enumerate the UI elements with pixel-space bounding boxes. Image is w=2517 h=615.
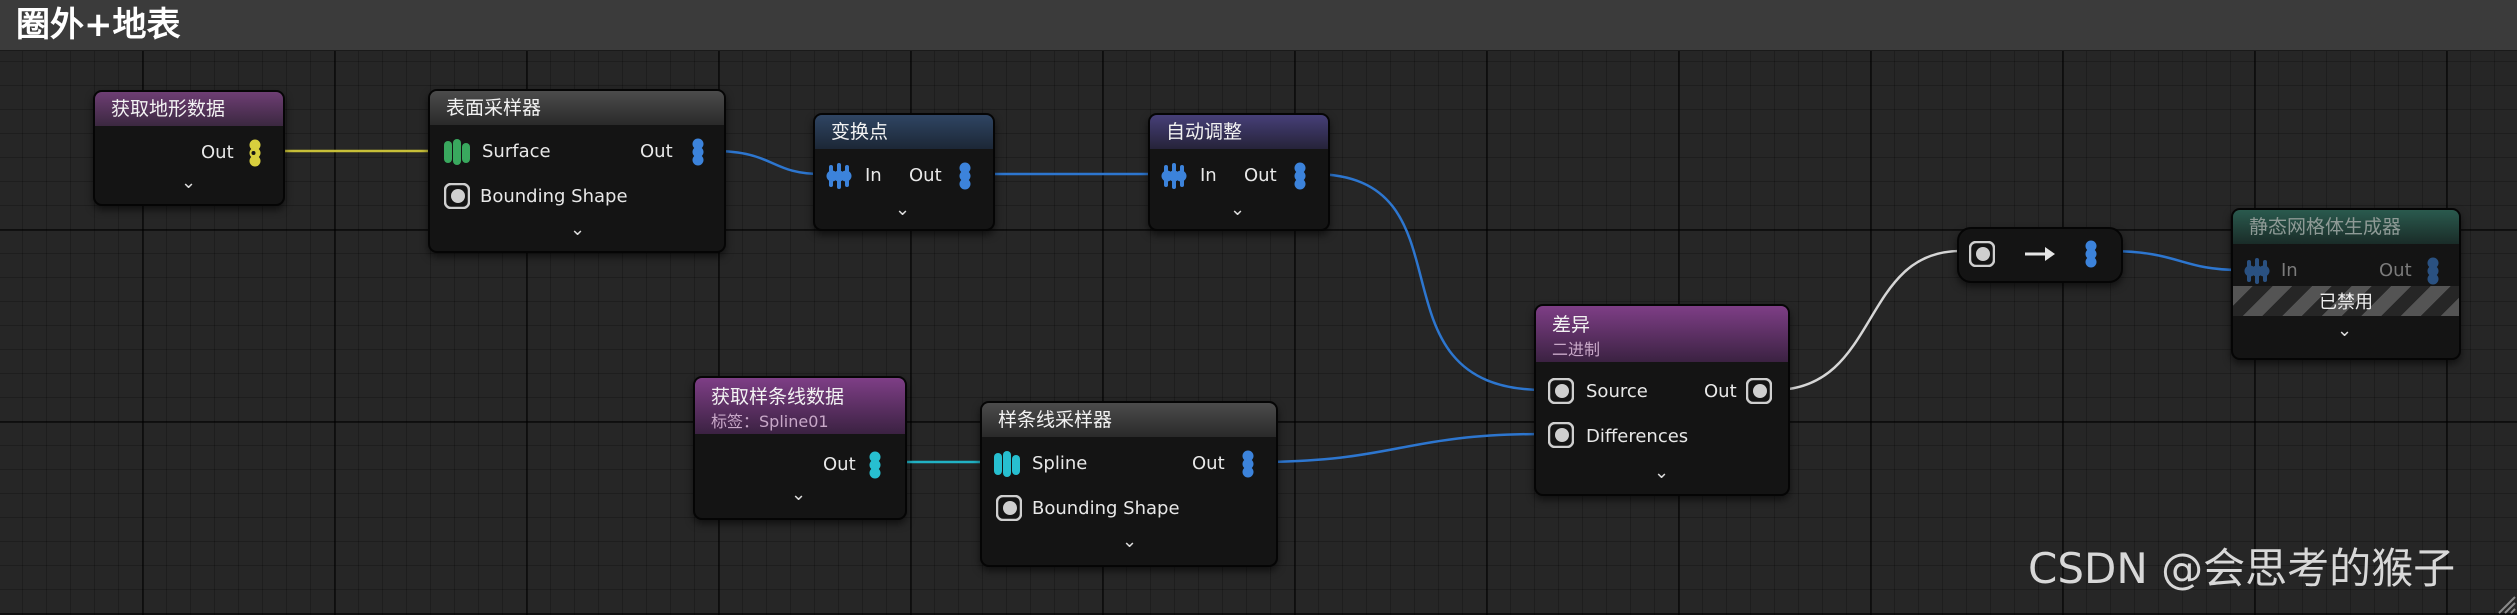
expand-chevron-icon[interactable]: ⌄ <box>1230 201 1245 219</box>
node-header: 表面采样器 <box>430 91 724 125</box>
node-subtitle: 标签：Spline01 <box>711 412 829 431</box>
node-title: 差异 <box>1552 314 1591 336</box>
expand-chevron-icon[interactable]: ⌄ <box>1122 533 1137 551</box>
bounding-shape-pin-label: Bounding Shape <box>1032 498 1180 519</box>
bounding-shape-pin-icon[interactable] <box>996 495 1022 521</box>
spatial-output-pin-icon[interactable] <box>1746 378 1772 404</box>
node-header: 变换点 <box>815 115 993 149</box>
node-transform-points[interactable]: 变换点 In Out ⌄ <box>813 113 995 231</box>
wire-surface-to-transform[interactable] <box>712 149 822 176</box>
spline-pin-label: Spline <box>1032 453 1088 474</box>
node-surface-sampler[interactable]: 表面采样器 Surface Out Bounding Shape ⌄ <box>428 89 726 253</box>
wire-reroute-to-spawner[interactable] <box>2107 249 2241 272</box>
node-header: 自动调整 <box>1150 115 1328 149</box>
wire-difference-to-reroute[interactable] <box>1773 249 1961 392</box>
surface-pin-icon[interactable] <box>245 138 265 168</box>
watermark-text: CSDN @会思考的猴子 <box>2028 544 2456 593</box>
node-header: 样条线采样器 <box>982 403 1276 437</box>
in-pin-label: In <box>1200 165 1217 186</box>
node-get-spline-data[interactable]: 获取样条线数据 标签：Spline01 Out ⌄ <box>693 376 907 520</box>
bounding-shape-pin-icon[interactable] <box>444 183 470 209</box>
out-pin-label: Out <box>1192 453 1225 474</box>
in-pin-label: In <box>2281 260 2298 281</box>
reroute-output-pin-icon[interactable] <box>2081 239 2101 269</box>
source-pin-label: Source <box>1586 381 1648 402</box>
out-pin-icon[interactable] <box>955 161 975 191</box>
expand-chevron-icon[interactable]: ⌄ <box>2337 322 2352 340</box>
wire-spline-sampler-to-difference[interactable] <box>1252 432 1545 464</box>
out-pin-label: Out <box>640 141 673 162</box>
node-header: 差异 二进制 <box>1536 306 1788 362</box>
node-get-landscape-data[interactable]: 获取地形数据 Out ⌄ <box>93 90 285 206</box>
node-self-pruning[interactable]: 自动调整 In Out ⌄ <box>1148 113 1330 231</box>
expand-chevron-icon[interactable]: ⌄ <box>1654 464 1669 482</box>
node-spline-sampler[interactable]: 样条线采样器 Spline Out Bounding Shape ⌄ <box>980 401 1278 567</box>
out-pin-icon[interactable] <box>1290 161 1310 191</box>
node-header: 静态网格体生成器 <box>2233 210 2459 244</box>
disabled-label: 已禁用 <box>2319 292 2373 313</box>
out-pin-label: Out <box>1704 381 1737 402</box>
in-pin-label: In <box>865 165 882 186</box>
pcg-graph-editor: 圈外+地表 获取地形数据 Out ⌄ 表面采样器 Surface Out Bou… <box>0 0 2517 615</box>
reroute-node[interactable] <box>1957 227 2123 283</box>
resize-grip-icon[interactable] <box>2495 593 2517 615</box>
node-static-mesh-spawner[interactable]: 静态网格体生成器 In Out 已禁用 ⌄ <box>2231 208 2461 360</box>
disabled-overlay: 已禁用 <box>2233 286 2459 316</box>
expand-chevron-icon[interactable]: ⌄ <box>570 221 585 239</box>
out-pin-label: Out <box>823 454 856 475</box>
in-pin-icon[interactable] <box>1160 161 1188 191</box>
in-pin-icon[interactable] <box>825 161 853 191</box>
reroute-input-pin-icon[interactable] <box>1969 241 1995 267</box>
out-pin-icon[interactable] <box>2423 256 2443 286</box>
in-pin-icon[interactable] <box>2243 256 2271 286</box>
expand-chevron-icon[interactable]: ⌄ <box>895 201 910 219</box>
expand-chevron-icon[interactable]: ⌄ <box>791 486 806 504</box>
wire-pruning-to-difference[interactable] <box>1312 172 1545 392</box>
out-pin-label: Out <box>1244 165 1277 186</box>
bounding-shape-pin-label: Bounding Shape <box>480 186 628 207</box>
out-pin-label: Out <box>909 165 942 186</box>
surface-pin-label: Surface <box>482 141 551 162</box>
node-header: 获取样条线数据 标签：Spline01 <box>695 378 905 434</box>
node-header: 获取地形数据 <box>95 92 283 126</box>
node-difference[interactable]: 差异 二进制 Source Out Differences ⌄ <box>1534 304 1790 496</box>
node-subtitle: 二进制 <box>1552 340 1601 359</box>
out-pin-label: Out <box>2379 260 2412 281</box>
surface-input-pin-icon[interactable] <box>444 137 472 167</box>
out-pin-label: Out <box>201 142 234 163</box>
spline-output-pin-icon[interactable] <box>865 450 885 480</box>
node-title: 获取样条线数据 <box>711 386 845 408</box>
differences-pin-label: Differences <box>1586 426 1689 447</box>
source-pin-icon[interactable] <box>1548 378 1574 404</box>
arrow-right-icon <box>2025 247 2055 261</box>
expand-chevron-icon[interactable]: ⌄ <box>181 174 196 192</box>
differences-pin-icon[interactable] <box>1548 422 1574 448</box>
point-output-pin-icon[interactable] <box>688 137 708 167</box>
spline-input-pin-icon[interactable] <box>994 449 1022 479</box>
point-output-pin-icon[interactable] <box>1238 449 1258 479</box>
